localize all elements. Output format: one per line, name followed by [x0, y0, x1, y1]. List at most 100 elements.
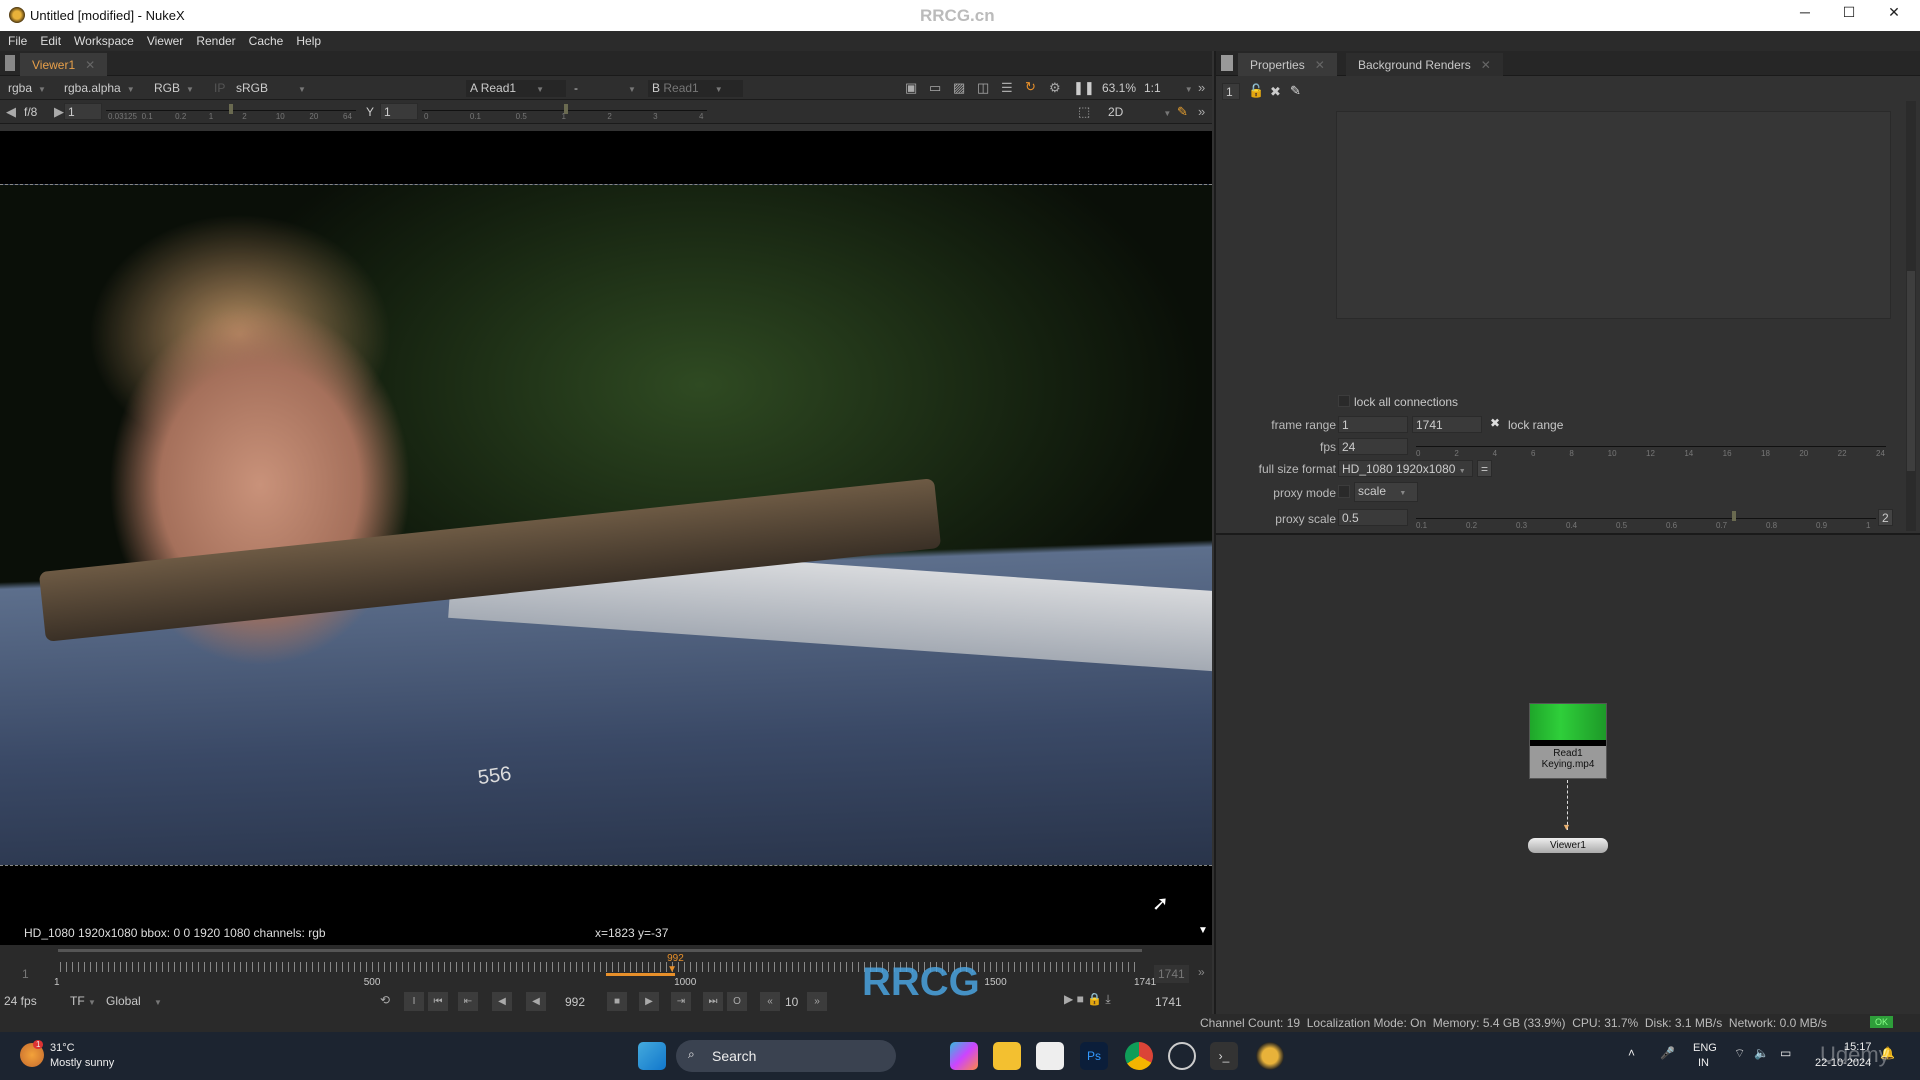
wifi-icon[interactable]: ⌔: [1734, 1046, 1745, 1061]
close-tab-icon[interactable]: ✕: [85, 58, 95, 72]
close-tab-icon[interactable]: ✕: [1315, 58, 1325, 72]
language-2[interactable]: IN: [1698, 1057, 1709, 1069]
menu-viewer[interactable]: Viewer: [139, 31, 188, 48]
menu-help[interactable]: Help: [288, 31, 326, 48]
proxy-mode-checkbox[interactable]: [1338, 485, 1350, 498]
alpha-dropdown[interactable]: rgba.alpha ▼: [60, 80, 139, 97]
format-dropdown[interactable]: HD_1080 1920x1080 ▼: [1338, 460, 1473, 477]
terminal-icon[interactable]: ›_: [1210, 1042, 1238, 1070]
language-1[interactable]: ENG: [1693, 1042, 1717, 1054]
copilot-icon[interactable]: [950, 1042, 978, 1070]
tab-viewer1[interactable]: Viewer1 ✕: [20, 53, 108, 76]
fstop-left-icon[interactable]: ◀: [6, 104, 16, 120]
edit-icon[interactable]: ✎: [1290, 83, 1301, 99]
lut-dropdown[interactable]: sRGB ▼: [232, 80, 310, 97]
roi-icon[interactable]: ▣: [905, 80, 917, 96]
properties-scrollbar[interactable]: [1906, 101, 1916, 531]
panel-menu-icon[interactable]: [1221, 55, 1233, 71]
proxy-scale-button[interactable]: 2: [1878, 509, 1893, 526]
lock-icon[interactable]: 🔓: [1248, 83, 1264, 99]
play-forward-button[interactable]: ▶: [639, 992, 659, 1011]
minimize-button[interactable]: ─: [1785, 4, 1825, 26]
play-backward-button[interactable]: ◀: [526, 992, 546, 1011]
stripes-icon[interactable]: ▨: [953, 80, 965, 96]
expand-icon[interactable]: »: [1198, 80, 1205, 95]
timeline-in-field[interactable]: 1: [22, 967, 29, 981]
menu-edit[interactable]: Edit: [32, 31, 66, 48]
input-a-dropdown[interactable]: A Read1 ▼: [466, 80, 566, 97]
fps-field[interactable]: 24: [1338, 438, 1408, 455]
proxy-scale-handle[interactable]: [1732, 511, 1736, 521]
max-panels-field[interactable]: 1: [1222, 83, 1240, 100]
ratio-dropdown[interactable]: 1:1 ▼: [1140, 80, 1197, 97]
step-forward-button[interactable]: »: [807, 992, 827, 1011]
input-b-dropdown[interactable]: B Read1 ▼: [648, 80, 743, 97]
tf-dropdown[interactable]: TF ▼: [70, 994, 96, 1008]
viewer-canvas[interactable]: 556 ➚: [0, 131, 1212, 921]
refresh-icon[interactable]: ↻: [1025, 79, 1036, 95]
flipbook-icons[interactable]: ▶ ■ 🔒 ⤓: [1064, 992, 1111, 1007]
proxy-mode-dropdown[interactable]: scale ▼: [1354, 482, 1418, 502]
lock-all-connections-checkbox[interactable]: [1338, 395, 1350, 407]
loop-icon[interactable]: ⟲: [380, 993, 390, 1007]
expand-icon-2[interactable]: »: [1198, 104, 1205, 119]
file-explorer-icon[interactable]: [993, 1042, 1021, 1070]
read-node[interactable]: Read1 Keying.mp4: [1529, 703, 1607, 779]
region-select-icon[interactable]: ⬚: [1078, 104, 1090, 120]
step-size-field[interactable]: 10: [785, 995, 798, 1009]
menu-workspace[interactable]: Workspace: [66, 31, 139, 48]
composite-op-dropdown[interactable]: - ▼: [570, 80, 640, 97]
color-picker-icon[interactable]: ✎: [1177, 104, 1188, 120]
menu-render[interactable]: Render: [188, 31, 240, 48]
gpu-icon[interactable]: ⚙: [1049, 80, 1061, 96]
fps-slider[interactable]: [1416, 446, 1886, 447]
in-point-button[interactable]: I: [404, 992, 424, 1011]
view-mode-dropdown[interactable]: 2D ▼: [1104, 104, 1175, 121]
info-dropdown-icon[interactable]: ▼: [1198, 925, 1208, 936]
timeline-out-field[interactable]: 1741: [1154, 965, 1189, 983]
ip-button[interactable]: IP: [210, 80, 229, 97]
timeline-scrollbar[interactable]: [58, 949, 1142, 952]
timeline-expand-icon[interactable]: »: [1198, 965, 1205, 979]
gain-slider-handle[interactable]: [229, 104, 233, 114]
current-frame-marker[interactable]: 992 ▼: [667, 953, 684, 975]
current-frame-field[interactable]: 992: [565, 995, 585, 1009]
proxy-scale-slider[interactable]: [1416, 518, 1876, 519]
zoom-value[interactable]: 63.1%: [1098, 80, 1140, 97]
volume-icon[interactable]: 🔈: [1754, 1046, 1769, 1060]
panel-menu-icon[interactable]: [5, 55, 15, 71]
lock-range-checkbox[interactable]: ✖: [1490, 416, 1500, 430]
battery-icon[interactable]: ▭: [1780, 1046, 1791, 1060]
tab-background-renders[interactable]: Background Renders ✕: [1346, 53, 1503, 76]
node-graph[interactable]: Read1 Keying.mp4 ▼ Viewer1: [1214, 533, 1920, 1014]
frame-start-field[interactable]: 1: [1338, 416, 1408, 433]
tray-chevron-icon[interactable]: ˄: [1628, 1046, 1635, 1060]
obs-icon[interactable]: [1168, 1042, 1196, 1070]
first-frame-button[interactable]: ⏮: [428, 992, 448, 1011]
menu-cache[interactable]: Cache: [241, 31, 289, 48]
prev-frame-button[interactable]: ◀: [492, 992, 512, 1011]
search-box[interactable]: ⌕ Search: [676, 1040, 896, 1072]
proxy-scale-field[interactable]: 0.5: [1338, 509, 1408, 526]
store-icon[interactable]: [1036, 1042, 1064, 1070]
prev-keyframe-button[interactable]: ⇤: [458, 992, 478, 1011]
fstop-value[interactable]: f/8: [20, 104, 41, 121]
microphone-icon[interactable]: 🎤: [1660, 1046, 1675, 1060]
fstop-right-icon[interactable]: ▶: [54, 104, 64, 120]
gain-field[interactable]: 1: [64, 103, 102, 120]
close-tab-icon[interactable]: ✕: [1481, 58, 1491, 72]
clear-panels-icon[interactable]: ✖: [1270, 84, 1281, 100]
step-back-button[interactable]: «: [760, 992, 780, 1011]
global-dropdown[interactable]: Global ▼: [106, 994, 162, 1008]
menu-file[interactable]: File: [0, 31, 32, 48]
last-frame-button[interactable]: ⏭: [703, 992, 723, 1011]
channels-dropdown[interactable]: rgba ▼: [4, 80, 50, 97]
stop-button[interactable]: ■: [607, 992, 627, 1011]
tab-properties[interactable]: Properties ✕: [1238, 53, 1337, 76]
gamma-field[interactable]: 1: [380, 103, 418, 120]
nuke-taskbar-icon[interactable]: [1256, 1042, 1284, 1070]
chrome-icon[interactable]: [1125, 1042, 1153, 1070]
display-dropdown[interactable]: RGB ▼: [150, 80, 198, 97]
close-button[interactable]: ✕: [1874, 4, 1914, 26]
maximize-button[interactable]: ☐: [1829, 4, 1869, 26]
